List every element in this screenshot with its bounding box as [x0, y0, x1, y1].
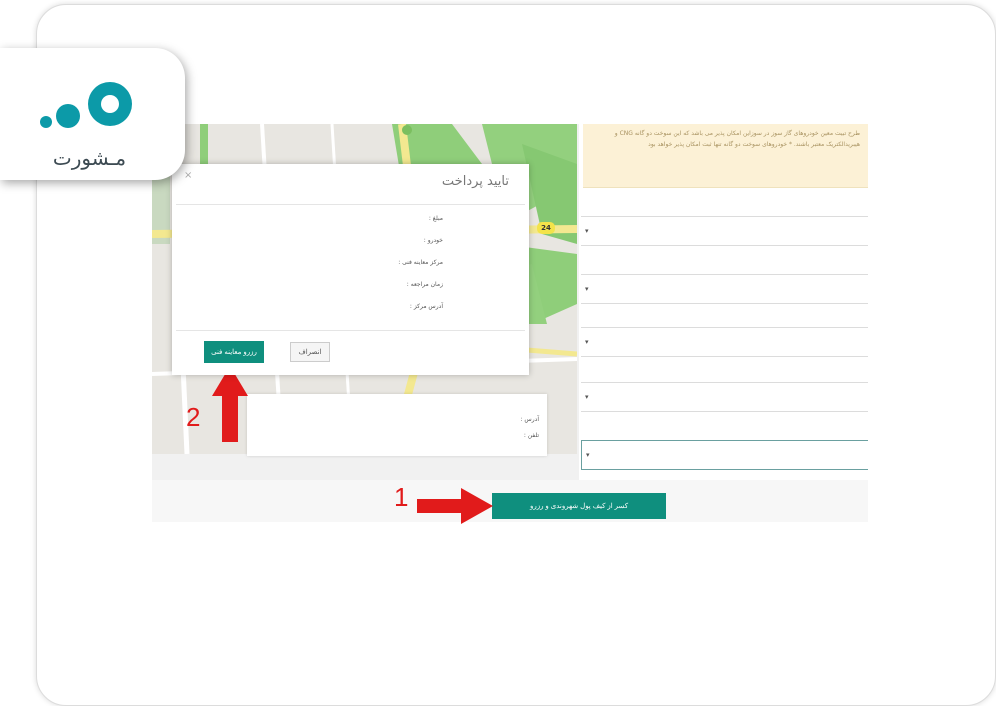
address-label: آدرس : — [520, 416, 540, 423]
field-amount: مبلغ : — [428, 215, 443, 222]
chevron-down-icon: ▾ — [585, 285, 589, 293]
address-panel: آدرس : تلفن : — [247, 394, 547, 456]
chevron-down-icon: ▾ — [585, 338, 589, 346]
close-icon[interactable]: × — [184, 170, 192, 181]
select-3[interactable]: ▾ — [581, 327, 868, 357]
cancel-button[interactable]: انصراف — [290, 342, 330, 362]
field-center-address: آدرس مرکز : — [409, 303, 443, 310]
field-center: مرکز معاینه فنی : — [398, 259, 443, 266]
reserve-inspection-button[interactable]: رزرو معاینه فنی — [204, 341, 264, 363]
select-4[interactable]: ▾ — [581, 382, 868, 412]
notice-banner: طرح تبیت معین خودروهای گاز سوز در سوزاین… — [583, 124, 868, 188]
screenshot-area: + − 24 طرح تبیت معین خودروهای گاز سوز در… — [152, 124, 868, 522]
wallet-pay-reserve-button[interactable]: کسر از کیف پول شهروندی و رزرو — [492, 493, 666, 519]
logo-dots-icon — [40, 82, 132, 128]
modal-body: مبلغ : خودرو : مرکز معاینه فنی : زمان مر… — [176, 204, 525, 331]
phone-label: تلفن : — [523, 432, 539, 439]
payment-modal: تایید پرداخت × مبلغ : خودرو : مرکز معاین… — [172, 164, 529, 375]
route-badge: 24 — [537, 222, 555, 234]
chevron-down-icon: ▾ — [586, 451, 590, 459]
select-5[interactable]: ▾ — [581, 440, 868, 470]
chevron-down-icon: ▾ — [585, 227, 589, 235]
arrow-right-icon — [417, 488, 493, 524]
step-1-number: 1 — [394, 482, 409, 512]
bottom-bar: کسر از کیف پول شهروندی و رزرو — [152, 480, 868, 522]
field-vehicle: خودرو : — [423, 237, 443, 244]
arrow-up-icon — [212, 366, 248, 442]
select-2[interactable]: ▾ — [581, 274, 868, 304]
chevron-down-icon: ▾ — [585, 393, 589, 401]
field-time: زمان مراجعه : — [406, 281, 443, 288]
modal-title: تایید پرداخت — [441, 174, 509, 189]
form-panel: طرح تبیت معین خودروهای گاز سوز در سوزاین… — [579, 124, 868, 480]
logo-card: مـشورت — [0, 48, 185, 180]
logo-brand-text: مـشورت — [52, 146, 127, 170]
select-1[interactable]: ▾ — [581, 216, 868, 246]
step-2-number: 2 — [186, 402, 201, 432]
